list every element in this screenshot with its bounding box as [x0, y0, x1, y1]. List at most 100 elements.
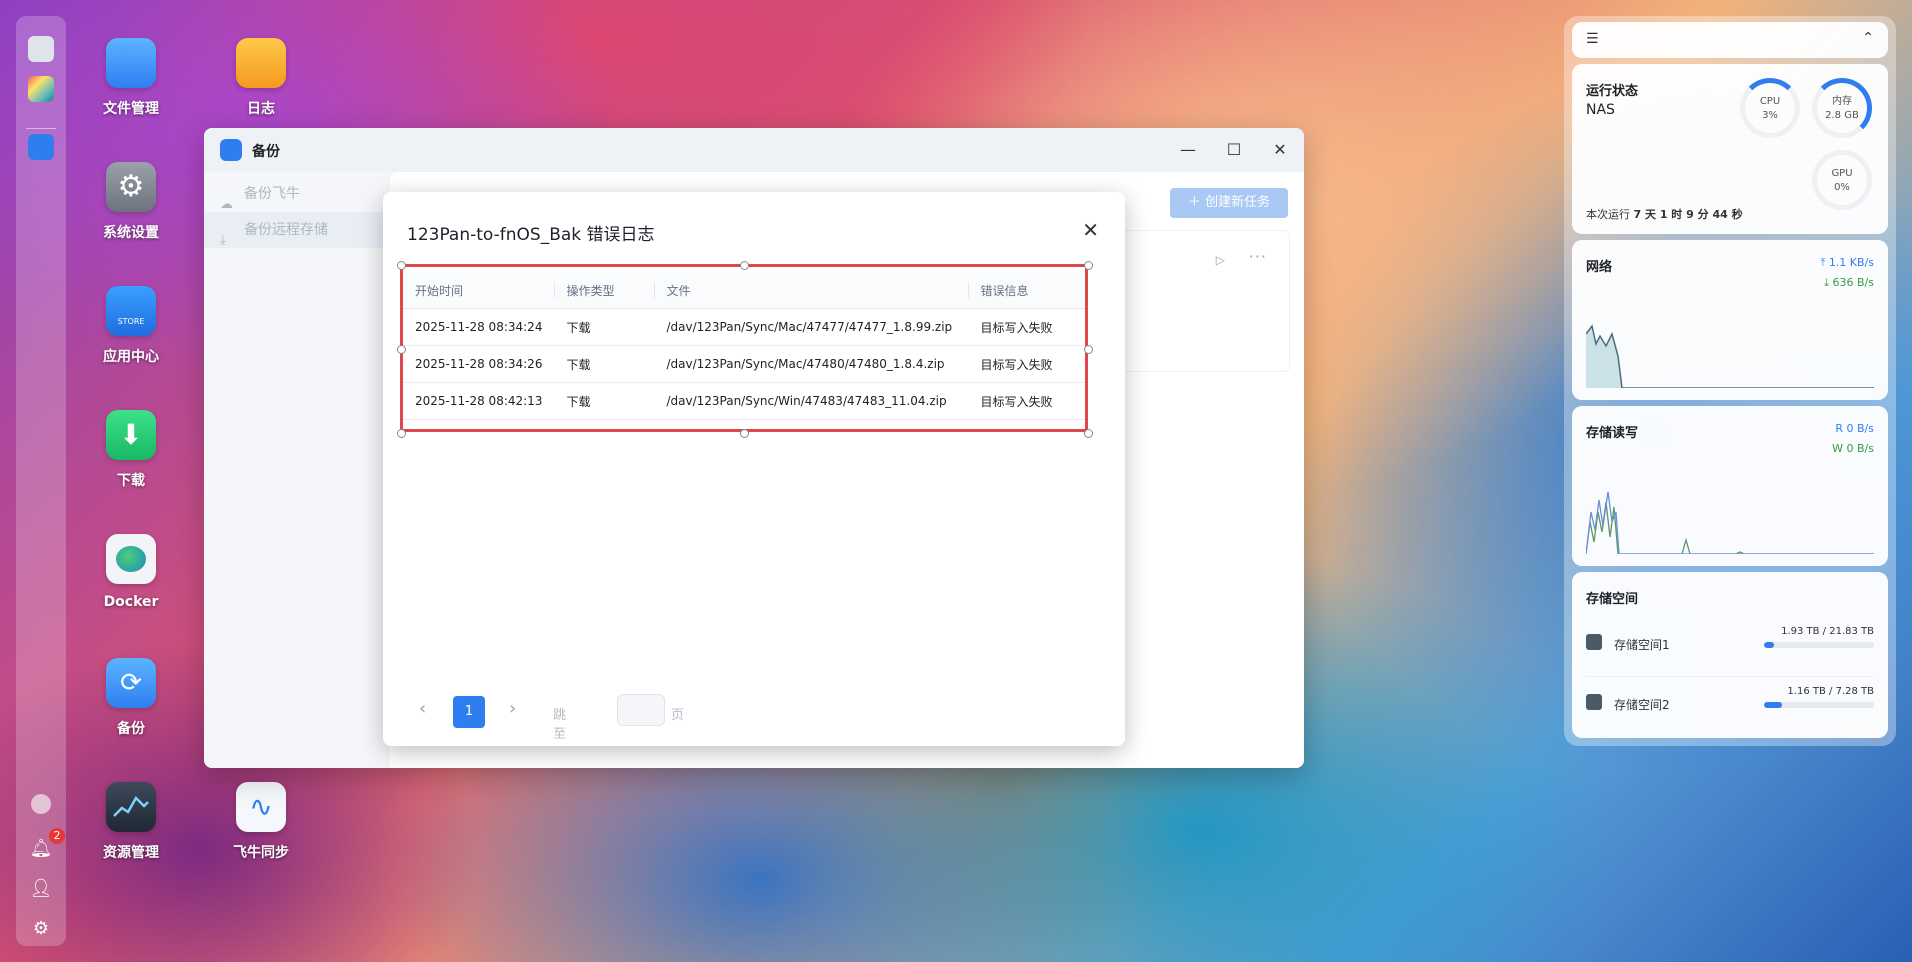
disk-io-card: 存储读写 R 0 B/s W 0 B/s	[1572, 406, 1888, 566]
read-label: R	[1835, 422, 1844, 435]
gpu-ring: GPU 0%	[1812, 150, 1872, 210]
resize-handle[interactable]	[1084, 345, 1093, 354]
disk-io-chart	[1586, 491, 1874, 554]
network-title: 网络	[1586, 260, 1613, 275]
backup-icon: ⟳	[106, 658, 156, 708]
desktop-app-resource-monitor[interactable]: 资源管理	[76, 782, 186, 862]
desktop-app-settings[interactable]: ⚙ 系统设置	[76, 162, 186, 242]
play-icon[interactable]: ▷	[1216, 253, 1225, 267]
device-name: NAS	[1586, 102, 1615, 118]
gpu-value: 0%	[1834, 182, 1850, 193]
write-speed: W 0 B/s	[1832, 442, 1874, 455]
network-chart	[1586, 324, 1874, 388]
volume-usage-fill	[1764, 702, 1782, 708]
desktop-app-label: 应用中心	[103, 349, 159, 365]
network-card: 网络 ⤒ 1.1 KB/s ⤓ 636 B/s	[1572, 240, 1888, 400]
download-value: 636 B/s	[1832, 276, 1874, 289]
widget-settings-icon[interactable]: ☰	[1586, 31, 1599, 47]
chevron-left-icon[interactable]: ‹	[419, 698, 426, 719]
uptime-label: 本次运行	[1586, 208, 1630, 221]
resize-handle[interactable]	[1084, 261, 1093, 270]
volume-name: 存储空间2	[1614, 698, 1670, 712]
close-window-icon[interactable]: ✕	[1268, 138, 1292, 162]
desktop-app-backup[interactable]: ⟳ 备份	[76, 658, 186, 738]
desktop-app-fn-sync[interactable]: ∿ 飞牛同步	[206, 782, 316, 862]
volume-used: 1.93 TB	[1781, 626, 1820, 637]
window-title: 备份	[252, 144, 280, 160]
desktop-icon[interactable]	[28, 36, 54, 62]
upload-value: 1.1 KB/s	[1828, 256, 1874, 269]
desktop-app-label: 日志	[247, 101, 275, 117]
volume-total: 7.28 TB	[1835, 686, 1874, 697]
dock: 🔔︎ 2 👤︎ ⚙	[16, 16, 66, 946]
gpu-label: GPU	[1831, 168, 1853, 179]
read-value: 0 B/s	[1846, 422, 1874, 435]
desktop-app-store[interactable]: STORE 应用中心	[76, 286, 186, 366]
minimize-icon[interactable]: —	[1176, 138, 1200, 162]
volume-capacity: 1.93 TB / 21.83 TB	[1781, 626, 1874, 637]
desktop-app-label: 下载	[117, 473, 145, 489]
write-value: 0 B/s	[1846, 442, 1874, 455]
cpu-value: 3%	[1762, 110, 1778, 121]
download-icon: ⤓	[220, 233, 226, 248]
user-icon[interactable]: 👤︎	[28, 876, 54, 902]
desktop-app-docker[interactable]: Docker	[76, 534, 186, 610]
status-title: 运行状态	[1586, 84, 1639, 99]
resize-handle[interactable]	[397, 261, 406, 270]
sidebar-item-label: 备份远程存储	[244, 222, 328, 238]
status-card: 运行状态 NAS CPU 3% 内存 2.8 GB GPU 0% 本次运行 7 天 1…	[1572, 64, 1888, 234]
volume-name: 存储空间1	[1614, 638, 1670, 652]
error-log-dialog: 123Pan-to-fnOS_Bak 错误日志 ✕ 开始时间 操作类型 文件 错…	[383, 192, 1125, 746]
desktop-app-download[interactable]: ⬇ 下载	[76, 410, 186, 490]
download-icon: ⬇	[106, 410, 156, 460]
resize-handle[interactable]	[740, 429, 749, 438]
desktop-app-file-manager[interactable]: 文件管理	[76, 38, 186, 118]
jump-page-input[interactable]	[617, 694, 665, 726]
close-icon[interactable]: ✕	[1082, 218, 1099, 242]
volume-item[interactable]: 存储空间2 1.16 TB / 7.28 TB	[1586, 684, 1874, 728]
cpu-label: CPU	[1759, 96, 1781, 107]
dock-divider	[26, 128, 56, 129]
desktop-app-label: 飞牛同步	[233, 845, 289, 861]
sidebar-item-backup-fn[interactable]: ☁ 备份飞牛	[204, 176, 390, 212]
backup-app-icon	[220, 139, 242, 161]
desktop-app-log[interactable]: 日志	[206, 38, 316, 118]
backup-dock-icon[interactable]	[28, 134, 54, 160]
maximize-icon[interactable]: ☐	[1222, 138, 1246, 162]
create-task-label: 创建新任务	[1205, 195, 1271, 210]
desktop-app-label: Docker	[103, 594, 159, 610]
window-sidebar: ☁ 备份飞牛 ⤓ 备份远程存储	[204, 172, 390, 768]
resize-handle[interactable]	[1084, 429, 1093, 438]
app-grid-icon[interactable]	[28, 76, 54, 102]
resize-handle[interactable]	[397, 345, 406, 354]
volume-usage-bar	[1764, 642, 1874, 648]
upload-speed: ⤒ 1.1 KB/s	[1820, 256, 1874, 269]
resize-handle[interactable]	[740, 261, 749, 270]
create-task-button[interactable]: ＋ 创建新任务	[1170, 188, 1288, 218]
gear-icon[interactable]: ⚙	[28, 916, 54, 942]
sidebar-item-backup-remote[interactable]: ⤓ 备份远程存储	[204, 212, 390, 248]
sidebar-item-label: 备份飞牛	[244, 186, 300, 202]
widget-toolbar: ☰ ⌃	[1572, 22, 1888, 58]
window-titlebar[interactable]: 备份 — ☐ ✕	[204, 128, 1304, 172]
storage-volume-icon	[1586, 694, 1602, 710]
volume-total: 21.83 TB	[1829, 626, 1874, 637]
cpu-ring: CPU 3%	[1740, 78, 1800, 138]
uptime: 本次运行 7 天 1 时 9 分 44 秒	[1586, 206, 1743, 222]
docker-icon	[106, 534, 156, 584]
resize-handle[interactable]	[397, 429, 406, 438]
volume-usage-fill	[1764, 642, 1774, 648]
folder-icon	[106, 38, 156, 88]
page-button-current[interactable]: 1	[453, 696, 485, 728]
more-icon[interactable]: ···	[1249, 247, 1267, 266]
collapse-icon[interactable]: ⌃	[1862, 30, 1874, 46]
fnos-logo-icon[interactable]	[31, 794, 51, 814]
volume-item[interactable]: 存储空间1 1.93 TB / 21.83 TB	[1586, 624, 1874, 668]
storage-card: 存储空间 存储空间1 1.93 TB / 21.83 TB 存储空间2 1.16…	[1572, 572, 1888, 738]
selection-highlight-box	[400, 264, 1088, 432]
disk-io-title: 存储读写	[1586, 426, 1639, 441]
divider	[1586, 676, 1874, 677]
write-label: W	[1832, 442, 1844, 455]
storage-title: 存储空间	[1586, 592, 1639, 607]
chevron-right-icon[interactable]: ›	[509, 698, 516, 719]
